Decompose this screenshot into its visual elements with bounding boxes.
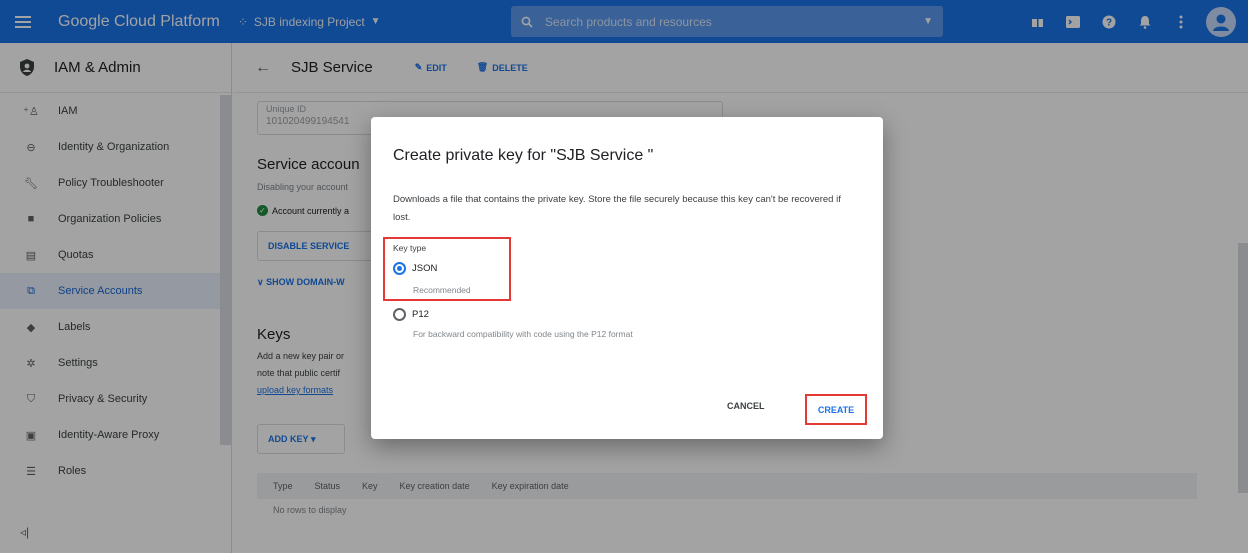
radio-unselected-icon[interactable]: [393, 308, 406, 321]
dialog-description: Downloads a file that contains the priva…: [393, 194, 841, 223]
key-type-label: Key type: [393, 243, 427, 253]
radio-p12-label: P12: [412, 309, 429, 320]
radio-p12[interactable]: P12: [393, 308, 429, 321]
dialog-title: Create private key for "SJB Service ": [393, 147, 654, 164]
radio-json[interactable]: JSON: [393, 262, 437, 275]
create-button[interactable]: CREATE: [805, 394, 867, 425]
p12-description: For backward compatibility with code usi…: [413, 329, 633, 339]
radio-json-label: JSON: [412, 263, 438, 274]
radio-selected-icon[interactable]: [393, 262, 406, 275]
create-private-key-dialog: Create private key for "SJB Service " Do…: [371, 117, 883, 439]
json-recommended-text: Recommended: [413, 285, 471, 295]
cancel-button[interactable]: CANCEL: [727, 401, 765, 411]
create-button-label: CREATE: [817, 404, 855, 415]
